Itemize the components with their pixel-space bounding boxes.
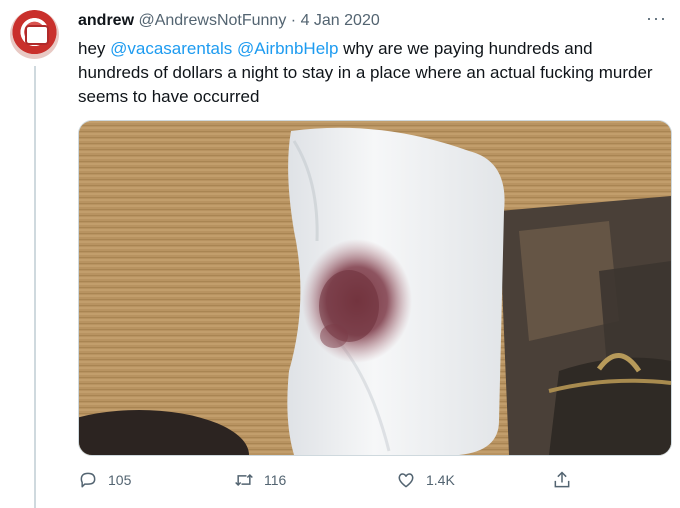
retweet-count: 116 [264, 472, 287, 488]
thread-line [34, 66, 36, 508]
photo-pillow-stain [79, 121, 671, 455]
like-count: 1.4K [426, 472, 455, 488]
mention-vacasarentals[interactable]: @vacasarentals [110, 39, 232, 58]
more-icon[interactable]: ··· [646, 9, 667, 27]
reply-icon [80, 472, 96, 488]
tweet-date[interactable]: 4 Jan 2020 [301, 12, 380, 29]
like-icon [398, 473, 414, 488]
tweet[interactable]: andrew @AndrewsNotFunny · 4 Jan 2020 ···… [0, 0, 680, 508]
retweet-button[interactable]: 116 [234, 468, 286, 492]
mention-airbnbhelp[interactable]: @AirbnbHelp [237, 39, 338, 58]
tweet-photo[interactable] [78, 120, 672, 456]
share-icon [554, 471, 570, 488]
separator: · [290, 12, 297, 29]
handle[interactable]: @AndrewsNotFunny [138, 12, 286, 29]
retweet-icon [235, 473, 253, 487]
reply-count: 105 [108, 472, 132, 488]
display-name[interactable]: andrew [78, 12, 134, 29]
share-button[interactable] [552, 468, 582, 492]
avatar[interactable] [10, 10, 59, 59]
reply-button[interactable]: 105 [78, 468, 131, 492]
tweet-actions: 105 116 1.4K [78, 468, 638, 492]
tweet-text: hey @vacasarentals @AirbnbHelp why are w… [78, 37, 668, 109]
tweet-text-prefix: hey [78, 39, 111, 58]
tweet-header: andrew @AndrewsNotFunny · 4 Jan 2020 [78, 10, 380, 32]
like-button[interactable]: 1.4K [396, 468, 455, 492]
